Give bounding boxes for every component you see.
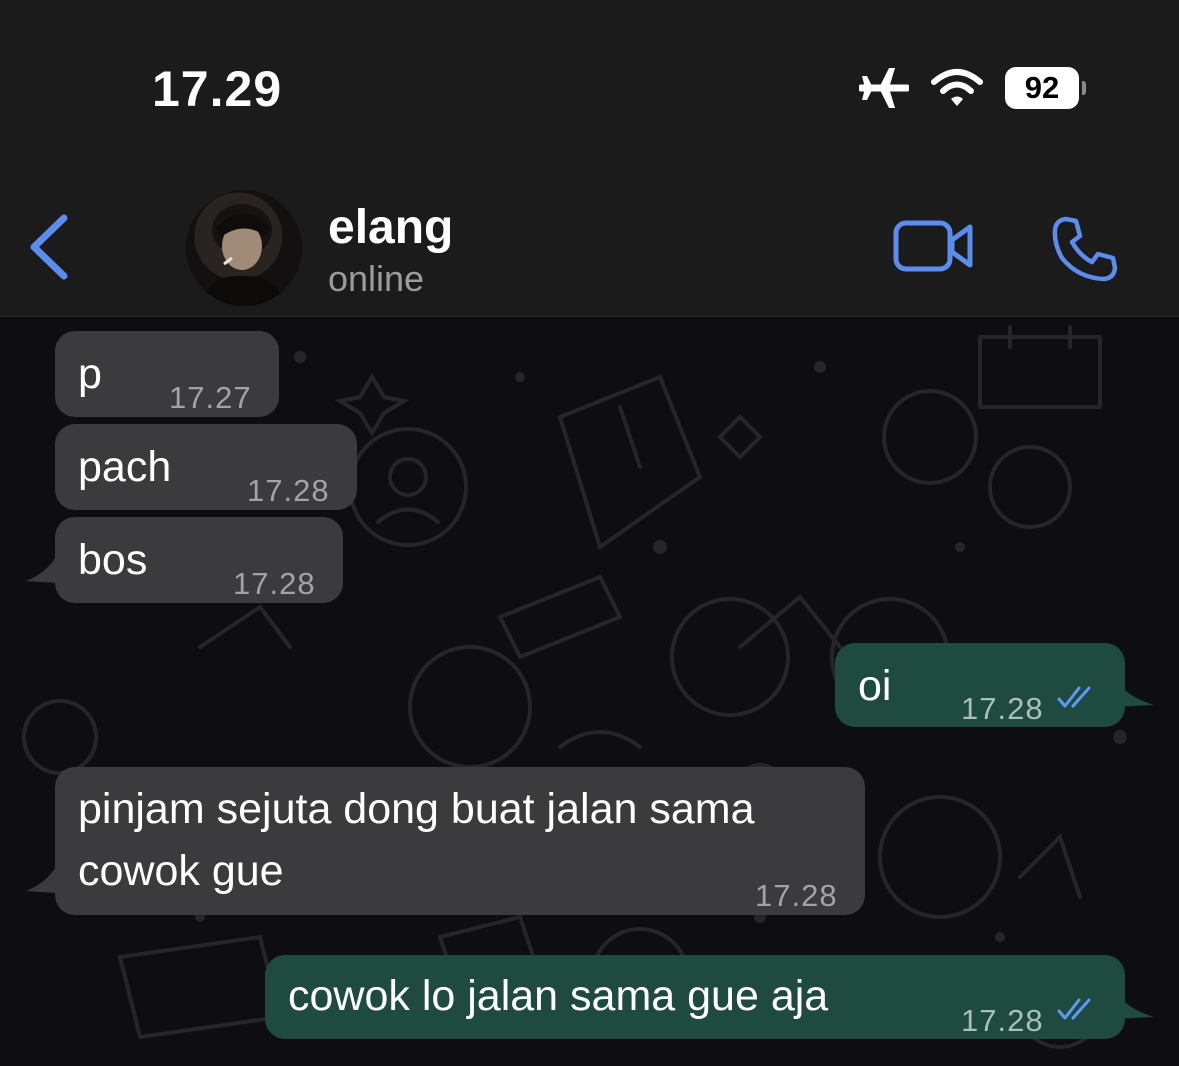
message-text: oi [858, 662, 892, 710]
avatar[interactable] [186, 190, 302, 306]
status-bar: 17.29 92 [0, 0, 1179, 170]
read-ticks-icon [1057, 998, 1091, 1020]
message-text: pach [78, 443, 172, 491]
battery-icon: 92 [1005, 67, 1086, 109]
message-text: bos [78, 536, 148, 584]
message-bubble-incoming[interactable]: bos 17.28 [55, 517, 343, 603]
chat-area[interactable]: p 17.27 pach 17.28 bos 17.28 oi 17.28 pi… [0, 317, 1179, 1066]
contact-name[interactable]: elang [328, 200, 453, 255]
message-bubble-incoming[interactable]: pach 17.28 [55, 424, 357, 510]
wifi-icon [931, 69, 983, 106]
message-time: 17.27 [169, 380, 252, 415]
message-bubble-incoming[interactable]: pinjam sejuta dong buat jalan sama cowok… [55, 767, 865, 915]
message-text-line: cowok gue [78, 847, 284, 895]
battery-level: 92 [1024, 70, 1060, 105]
status-icons: 92 [859, 66, 1086, 110]
avatar-image [202, 204, 286, 306]
back-chevron-icon[interactable] [26, 212, 72, 282]
message-bubble-incoming[interactable]: p 17.27 [55, 331, 279, 417]
chat-header: elang online [0, 170, 1179, 317]
message-text: p [78, 350, 102, 398]
phone-icon[interactable] [1050, 214, 1120, 284]
contact-status: online [328, 258, 425, 299]
message-time: 17.28 [755, 878, 838, 913]
message-time: 17.28 [961, 691, 1044, 726]
message-bubble-outgoing[interactable]: cowok lo jalan sama gue aja 17.28 [265, 955, 1125, 1039]
message-text: cowok lo jalan sama gue aja [288, 972, 829, 1020]
airplane-icon [859, 68, 909, 108]
video-camera-icon[interactable] [892, 218, 976, 274]
message-bubble-outgoing[interactable]: oi 17.28 [835, 643, 1125, 727]
read-ticks-icon [1057, 686, 1091, 708]
message-time: 17.28 [961, 1003, 1044, 1038]
status-time: 17.29 [152, 61, 283, 117]
message-text-line: pinjam sejuta dong buat jalan sama [78, 785, 755, 833]
message-time: 17.28 [247, 473, 330, 508]
message-time: 17.28 [233, 566, 316, 601]
